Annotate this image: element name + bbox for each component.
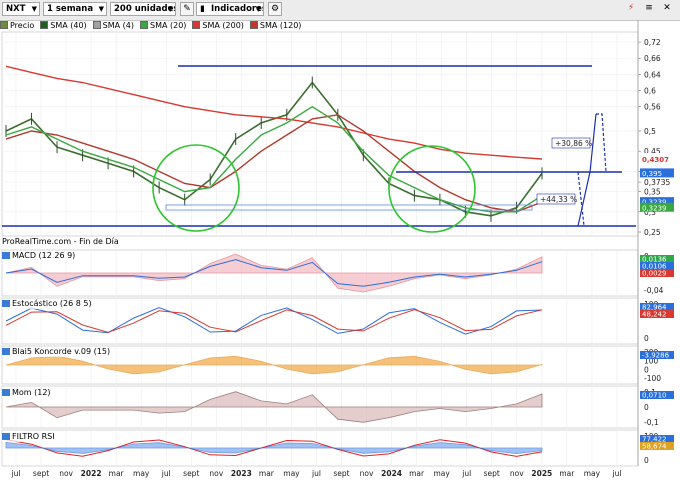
x-tick-label: 2023 xyxy=(231,469,252,478)
x-tick-label: 2022 xyxy=(81,469,102,478)
pct-mid-label: +44,33 % xyxy=(540,195,577,204)
x-tick-label: jul xyxy=(11,469,21,478)
subpanel-tag-label: 0,0710 xyxy=(642,392,667,400)
x-tick-label: may xyxy=(133,469,150,478)
price-tag-label: 0,3239 xyxy=(642,204,667,212)
x-tick-label: mar xyxy=(409,469,425,478)
x-tick-label: may xyxy=(434,469,451,478)
panel-frame xyxy=(1,297,639,345)
macd-legend: MACD (12 26 9) xyxy=(2,251,76,261)
subpanel-tick-label: -0,04 xyxy=(644,286,664,295)
x-tick-label: jul xyxy=(161,469,171,478)
price-tick-label: 0,66 xyxy=(644,54,661,63)
x-tick-label: nov xyxy=(510,469,524,478)
subpanel-tag-label: 0,0029 xyxy=(642,270,667,278)
subpanel-tag-label: 48,242 xyxy=(642,311,667,319)
subpanel-tick-label: -100 xyxy=(644,374,661,383)
price-tick-label: 0,5 xyxy=(644,127,656,136)
x-tick-label: jul xyxy=(311,469,321,478)
rsi-legend: FILTRO RSI xyxy=(2,432,55,442)
source-label: ProRealTime.com - Fin de Día xyxy=(2,237,119,246)
price-tick-label: 0,25 xyxy=(644,228,661,237)
chart-icon xyxy=(2,433,10,440)
stoch-label: Estocástico (26 8 5) xyxy=(12,299,92,308)
x-tick-label: nov xyxy=(59,469,73,478)
x-tick-label: sept xyxy=(183,469,199,478)
x-tick-label: 2024 xyxy=(381,469,402,478)
x-tick-label: jul xyxy=(611,469,621,478)
stoch-legend: Estocástico (26 8 5) xyxy=(2,299,92,309)
subpanel-tick-label: 0 xyxy=(644,365,649,374)
price-tick-label: 0,35 xyxy=(644,188,661,197)
chart-icon xyxy=(2,389,10,396)
subpanel-tick-label: 0 xyxy=(644,334,649,343)
x-tick-label: nov xyxy=(209,469,223,478)
x-tick-label: mar xyxy=(109,469,125,478)
price-tick-label: 0,64 xyxy=(644,70,661,79)
mom-legend: Mom (12) xyxy=(2,388,51,398)
price-tag-label: 0,395 xyxy=(642,170,662,178)
x-tick-label: sept xyxy=(484,469,500,478)
x-tick-label: sept xyxy=(33,469,49,478)
price-tick-label: 0,6 xyxy=(644,87,656,96)
last-price-label: 0,4307 xyxy=(642,156,669,164)
chart-icon xyxy=(2,252,10,259)
x-tick-label: may xyxy=(584,469,601,478)
x-tick-label: mar xyxy=(259,469,275,478)
price-tick-label: 0,56 xyxy=(644,103,661,112)
rsi-label: FILTRO RSI xyxy=(12,432,55,441)
chart-icon xyxy=(2,300,10,307)
koncorde-legend: Blai5 Koncorde v.09 (15) xyxy=(2,347,111,357)
x-tick-label: may xyxy=(283,469,300,478)
x-tick-label: nov xyxy=(360,469,374,478)
macd-label: MACD (12 26 9) xyxy=(12,251,76,260)
koncorde-label: Blai5 Koncorde v.09 (15) xyxy=(12,347,111,356)
pct-up-label: +30,86 % xyxy=(555,139,592,148)
price-tick-label: 0,3735 xyxy=(644,178,670,187)
mom-label: Mom (12) xyxy=(12,388,51,397)
chart-icon xyxy=(2,348,10,355)
x-tick-label: jul xyxy=(461,469,471,478)
x-tick-label: 2025 xyxy=(531,469,552,478)
price-tick-label: 0,72 xyxy=(644,38,661,47)
subpanel-tag-label: -3,9286 xyxy=(642,352,670,360)
x-tick-label: mar xyxy=(559,469,575,478)
subpanel-tick-label: 0 xyxy=(644,403,649,412)
x-tick-label: sept xyxy=(333,469,349,478)
subpanel-tick-label: 0 xyxy=(644,456,649,465)
subpanel-tag-label: 58,674 xyxy=(642,443,667,451)
subpanel-tick-label: -0,1 xyxy=(644,418,659,427)
